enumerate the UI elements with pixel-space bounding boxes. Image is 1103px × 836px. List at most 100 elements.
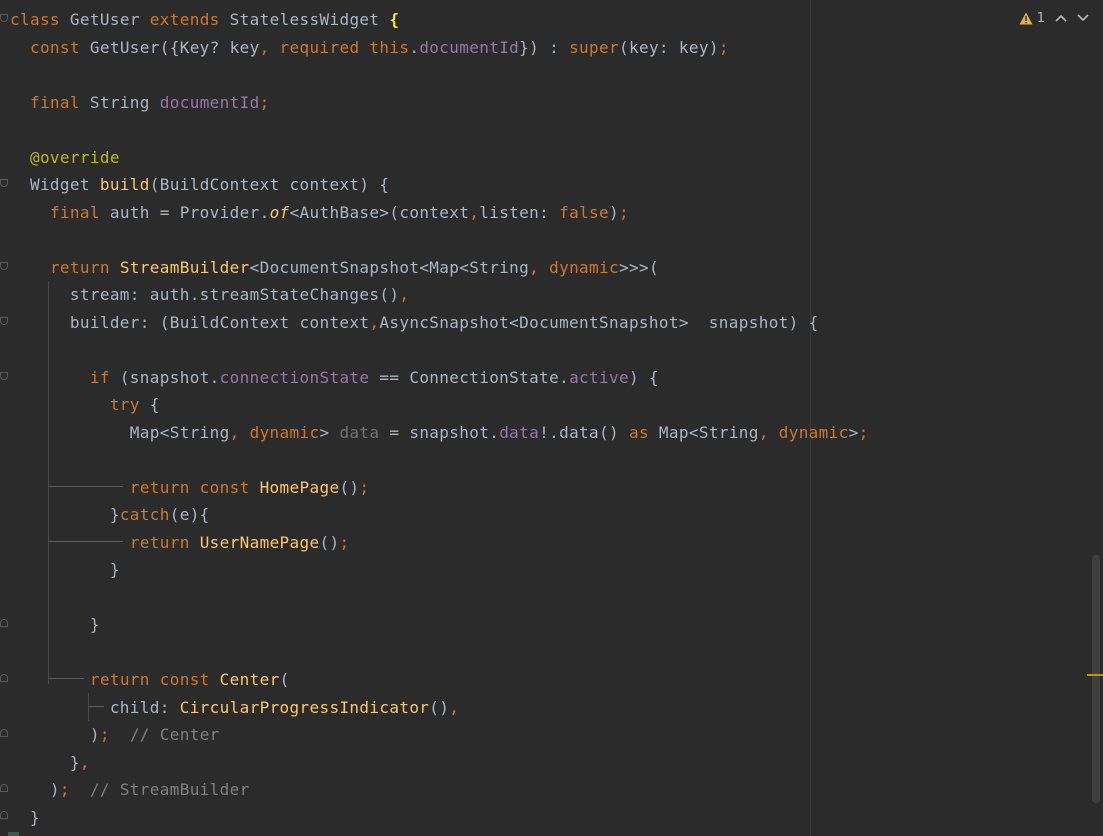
code-line[interactable]: }: [10, 611, 100, 638]
code-line[interactable]: final String documentId;: [10, 89, 270, 116]
code-token: final: [49, 202, 100, 222]
code-token: }: [10, 505, 120, 524]
fold-marker[interactable]: [0, 619, 8, 627]
fold-marker[interactable]: [0, 811, 8, 819]
fold-marker[interactable]: [0, 729, 8, 737]
chevron-down-icon[interactable]: [1077, 14, 1089, 22]
code-token: ;: [59, 780, 70, 799]
code-token: (snapshot.: [109, 367, 220, 387]
code-token: ;: [718, 37, 729, 57]
code-token: if: [89, 367, 110, 387]
code-token: <AuthBase>(context: [289, 202, 470, 222]
code-token: return const: [89, 670, 210, 689]
code-token: ;: [259, 92, 270, 112]
code-token: Map<String: [648, 422, 759, 442]
code-line[interactable]: },: [10, 749, 90, 776]
code-token: UserNamePage: [199, 532, 320, 552]
fold-marker[interactable]: [0, 179, 8, 187]
code-token: Map<String: [10, 422, 230, 442]
code-token: , dynamic: [758, 422, 849, 442]
code-token: ;: [858, 422, 869, 442]
code-line[interactable]: Widget build(BuildContext context) {: [10, 171, 389, 198]
code-token: final: [29, 92, 80, 112]
code-line[interactable]: }: [10, 804, 40, 831]
code-token: StatelessWidget: [219, 10, 390, 29]
code-token: ,: [399, 285, 410, 304]
fold-marker[interactable]: [0, 317, 8, 325]
code-token: ,: [469, 202, 480, 222]
code-line[interactable]: ); // StreamBuilder: [10, 776, 250, 803]
code-token: (: [279, 670, 290, 689]
code-token: ) {: [628, 367, 659, 387]
code-token: CircularProgressIndicator: [179, 697, 430, 717]
code-token: @override: [29, 147, 120, 167]
code-token: ;: [359, 477, 370, 497]
code-token: listen:: [479, 202, 560, 222]
code-line[interactable]: ); // Center: [10, 721, 220, 748]
code-token: extends: [149, 10, 220, 29]
code-token: (BuildContext context) {: [149, 175, 390, 194]
code-line[interactable]: return const Center(: [10, 666, 290, 693]
code-line[interactable]: return const HomePage();: [10, 474, 369, 501]
scrollbar-thumb[interactable]: [1092, 555, 1100, 803]
code-line[interactable]: }: [10, 556, 120, 583]
code-line[interactable]: final auth = Provider.of<AuthBase>(conte…: [10, 199, 629, 226]
fold-marker[interactable]: [0, 784, 8, 792]
code-token: of: [269, 202, 290, 222]
code-token: // StreamBuilder: [89, 780, 250, 799]
code-token: {: [139, 395, 160, 414]
fold-marker[interactable]: [0, 372, 8, 380]
code-line[interactable]: builder: (BuildContext context,AsyncSnap…: [10, 309, 819, 336]
code-token: >: [319, 422, 340, 442]
code-token: (e){: [169, 505, 210, 524]
fold-marker[interactable]: [0, 14, 8, 22]
code-line[interactable]: @override: [10, 144, 120, 171]
code-editor[interactable]: class GetUser extends StatelessWidget { …: [0, 0, 1103, 836]
fold-marker[interactable]: [0, 674, 8, 682]
code-line[interactable]: child: CircularProgressIndicator(),: [10, 694, 459, 721]
code-area[interactable]: class GetUser extends StatelessWidget { …: [0, 0, 1090, 836]
code-line[interactable]: const GetUser({Key? key, required this.d…: [10, 34, 729, 61]
inspection-widget: 1: [1019, 8, 1089, 28]
code-token: >: [848, 422, 859, 442]
code-line[interactable]: return UserNamePage();: [10, 529, 349, 556]
code-line[interactable]: stream: auth.streamStateChanges(),: [10, 281, 409, 308]
code-token: == ConnectionState.: [369, 367, 570, 387]
fold-marker[interactable]: [0, 262, 8, 270]
code-line[interactable]: return StreamBuilder<DocumentSnapshot<Ma…: [10, 254, 659, 281]
code-token: .: [409, 37, 420, 57]
code-token: super: [569, 37, 619, 57]
code-token: Widget: [10, 175, 100, 194]
code-token: String: [79, 92, 160, 112]
warning-triangle-icon: [1019, 12, 1033, 25]
code-line[interactable]: }catch(e){: [10, 501, 210, 528]
code-token: return const: [129, 477, 250, 497]
warning-indicator[interactable]: 1: [1019, 11, 1045, 26]
code-token: ,: [369, 312, 380, 332]
code-token: (): [339, 477, 360, 497]
warning-stripe-marker[interactable]: [1087, 674, 1103, 676]
code-line[interactable]: Map<String, dynamic> data = snapshot.dat…: [10, 419, 869, 446]
code-token: }: [10, 807, 40, 827]
code-token: = snapshot.: [379, 422, 500, 442]
code-token: return: [49, 257, 110, 277]
code-token: try: [109, 395, 140, 414]
code-line[interactable]: class GetUser extends StatelessWidget {: [10, 6, 399, 33]
chevron-up-icon[interactable]: [1055, 14, 1067, 22]
code-token: }) :: [519, 37, 570, 57]
code-token: ;: [99, 725, 110, 744]
code-token: !.data(): [539, 422, 629, 442]
code-line[interactable]: try {: [10, 391, 160, 418]
code-line[interactable]: if (snapshot.connectionState == Connecti…: [10, 364, 659, 391]
code-token: , required this: [259, 37, 410, 57]
code-token: ;: [339, 532, 350, 552]
